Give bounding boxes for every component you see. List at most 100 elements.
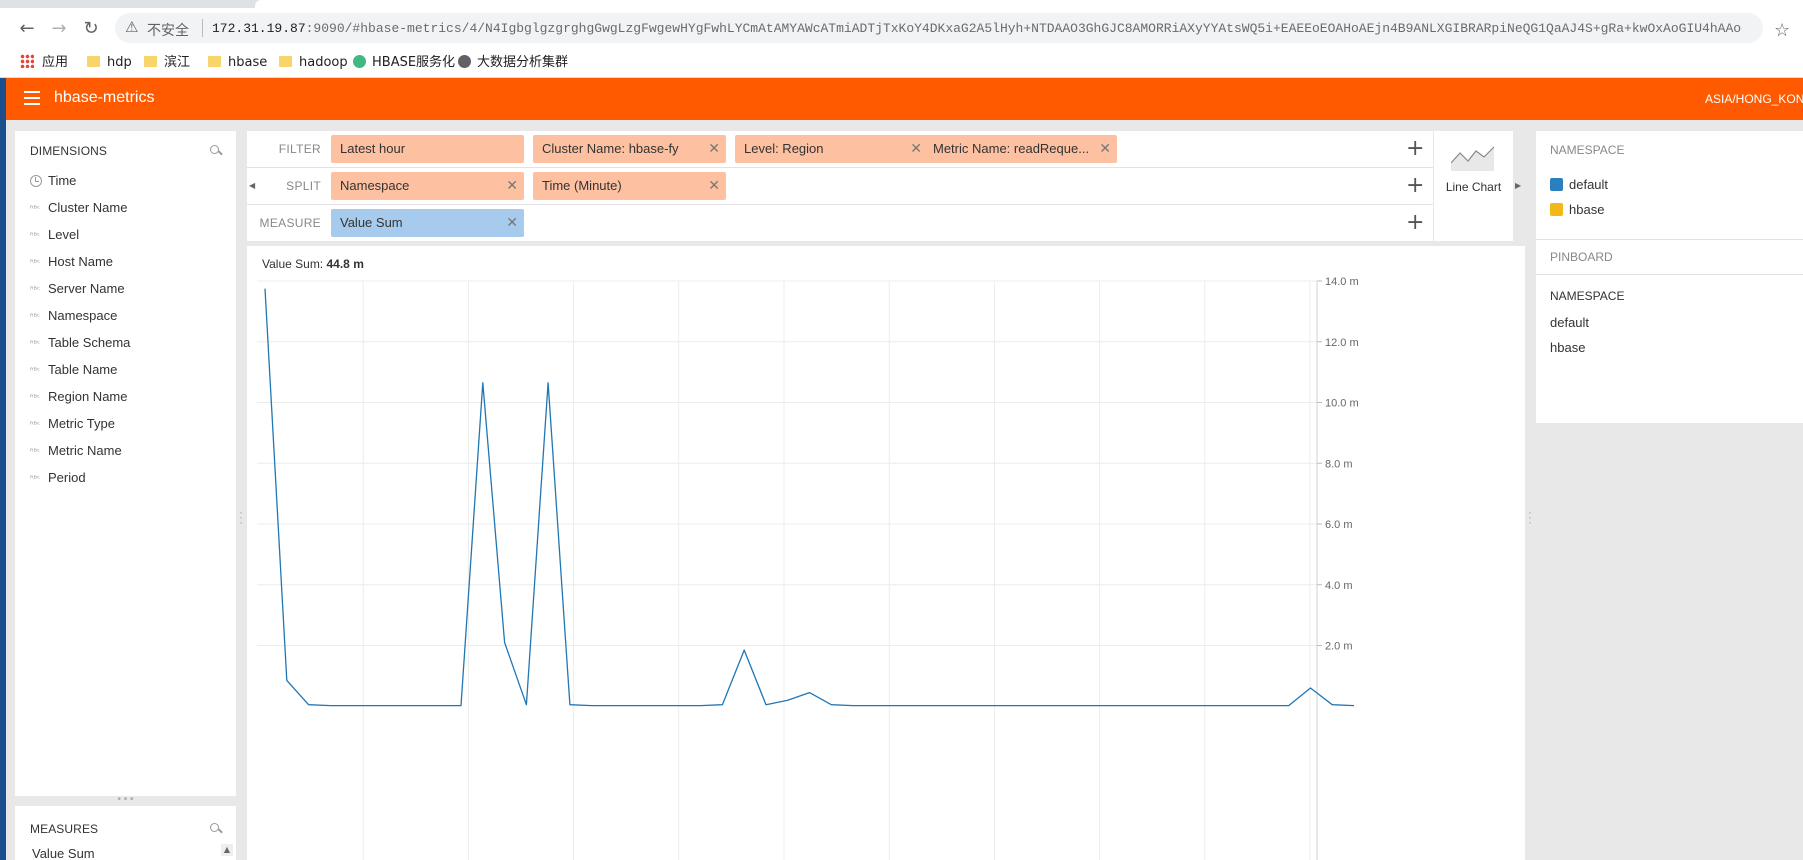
string-icon: ᴿᴮᶜ [30,204,40,213]
string-icon: ᴿᴮᶜ [30,285,40,294]
warning-icon[interactable]: ⚠ [125,18,138,36]
add-split-icon[interactable]: + [1406,173,1424,199]
string-icon: ᴿᴮᶜ [30,231,40,240]
dimension-label: Metric Name [48,443,122,458]
right-splitter-handle[interactable]: · · · [1527,506,1533,528]
timezone-selector[interactable]: ASIA/HONG_KON [1705,92,1803,106]
pinboard-item[interactable]: hbase [1550,340,1585,355]
y-tick-label: 2.0 m [1325,641,1353,653]
dimension-item[interactable]: ᴿᴮᶜ Namespace [30,302,230,329]
pill-label: Namespace [340,178,410,193]
forward-icon[interactable]: → [48,18,70,40]
security-label[interactable]: 不安全 [147,20,189,40]
remove-icon[interactable]: ✕ [910,135,922,163]
line-chart[interactable]: 2.0 m 4.0 m 6.0 m 8.0 m 10.0 m 12.0 m 14.0 m [247,246,1525,860]
measure-pill[interactable]: Value Sum ✕ [331,209,524,237]
remove-icon[interactable]: ✕ [708,135,720,163]
legend-swatch [1550,203,1563,216]
dimension-item[interactable]: ᴿᴮᶜ Region Name [30,383,230,410]
remove-icon[interactable]: ✕ [506,172,518,200]
globe-icon [458,55,471,68]
folder-icon [279,56,292,67]
vue-logo-icon [353,55,366,68]
dimension-label: Level [48,227,80,242]
filter-row: FILTER Latest hour Cluster Name: hbase-f… [247,131,1433,168]
panel-resize-handle[interactable]: • • • [15,795,236,806]
pinboard-item[interactable]: default [1550,315,1589,330]
dimension-label: Table Name [48,362,118,377]
add-filter-icon[interactable]: + [1406,136,1424,162]
add-measure-icon[interactable]: + [1406,210,1424,236]
left-splitter-handle[interactable]: · · · [238,506,244,528]
legend-label: default [1569,177,1609,192]
collapse-left-icon[interactable]: ◀ [249,181,255,190]
pill-label: Metric Name: readReque... [933,141,1090,156]
split-pill[interactable]: Time (Minute) ✕ [533,172,726,200]
string-icon: ᴿᴮᶜ [30,339,40,348]
y-tick-label: 8.0 m [1325,458,1353,470]
split-pill[interactable]: Namespace ✕ [331,172,524,200]
bookmark-binjiang[interactable]: 滨江 [144,54,190,72]
dimension-item[interactable]: ᴿᴮᶜ Metric Type [30,410,230,437]
filter-pill[interactable]: Metric Name: readReque... ✕ [924,135,1117,163]
dimension-item[interactable]: ᴿᴮᶜ Server Name [30,275,230,302]
measures-title: MEASURES [30,822,99,836]
reload-icon[interactable]: ↻ [80,18,102,40]
remove-icon[interactable]: ✕ [506,209,518,237]
filter-pill[interactable]: Latest hour [331,135,524,163]
pill-label: Cluster Name: hbase-fy [542,141,679,156]
bookmark-hbase[interactable]: hbase [208,54,267,72]
bookmark-label: 滨江 [164,55,191,70]
dimension-list: Time ᴿᴮᶜ Cluster Name ᴿᴮᶜ Level ᴿᴮᶜ Host Name ᴿ… [30,167,230,491]
filter-pill[interactable]: Level: Region ✕ [735,135,928,163]
dimension-item[interactable]: Time [30,167,230,194]
string-icon: ᴿᴮᶜ [30,420,40,429]
dimension-item[interactable]: ᴿᴮᶜ Metric Name [30,437,230,464]
dimensions-title: DIMENSIONS [30,144,108,158]
apps-grid-icon [20,54,34,68]
dimension-item[interactable]: ᴿᴮᶜ Host Name [30,248,230,275]
app-header: hbase-metrics ASIA/HONG_KON [0,78,1803,120]
bookmark-hadoop[interactable]: hadoop [279,54,348,72]
legend-item-hbase[interactable]: hbase [1550,202,1604,217]
pill-label: Time (Minute) [542,178,622,193]
bookmark-hbase-service[interactable]: HBASE服务化 [353,54,455,72]
bookmark-apps[interactable]: 应用 [20,54,68,72]
measure-item[interactable]: Value Sum [32,846,95,860]
pinboard-title: PINBOARD [1550,250,1613,264]
bookmark-hdp[interactable]: hdp [87,54,132,72]
active-tab-edge[interactable] [255,0,1803,8]
legend-swatch [1550,178,1563,191]
remove-icon[interactable]: ✕ [708,172,720,200]
url-path: :9090/#hbase-metrics/4/N4IgbglgzgrghgGwg… [305,21,1742,36]
dimension-label: Server Name [48,281,125,296]
expand-right-icon[interactable]: ▶ [1515,181,1521,190]
menu-icon[interactable] [24,91,40,105]
dimension-item[interactable]: ᴿᴮᶜ Table Schema [30,329,230,356]
visualization-selector[interactable]: Line Chart [1434,131,1513,241]
string-icon: ᴿᴮᶜ [30,312,40,321]
app-title[interactable]: hbase-metrics [54,89,154,107]
dimension-item[interactable]: ᴿᴮᶜ Level [30,221,230,248]
scroll-up-icon[interactable]: ▲ [221,844,233,856]
search-icon[interactable] [210,145,222,157]
url-text[interactable]: 172.31.19.87:9090/#hbase-metrics/4/N4Igb… [212,21,1742,37]
bookmark-bigdata-cluster[interactable]: 大数据分析集群 [458,54,568,72]
legend-label: hbase [1569,202,1605,217]
clock-icon [30,175,42,187]
bookmark-star-icon[interactable]: ☆ [1774,20,1790,41]
search-icon[interactable] [210,823,222,835]
dimension-item[interactable]: ᴿᴮᶜ Table Name [30,356,230,383]
address-bar[interactable]: ⚠ 不安全 172.31.19.87:9090/#hbase-metrics/4… [115,13,1763,43]
y-tick-label: 4.0 m [1325,580,1353,592]
dimension-item[interactable]: ᴿᴮᶜ Period [30,464,230,491]
legend-item-default[interactable]: default [1550,177,1608,192]
remove-icon[interactable]: ✕ [1099,135,1111,163]
back-icon[interactable]: ← [16,18,38,40]
dimension-item[interactable]: ᴿᴮᶜ Cluster Name [30,194,230,221]
bookmarks-bar: 应用 hdp 滨江 hbase hadoop HBASE服务化 大数据分析集群 [0,48,1803,78]
dimension-label: Region Name [48,389,128,404]
bookmark-label: hbase [228,55,268,70]
chart-panel: Value Sum: 44.8 m 2.0 m 4.0 m 6.0 m 8.0 m 10… [247,246,1525,860]
filter-pill[interactable]: Cluster Name: hbase-fy ✕ [533,135,726,163]
